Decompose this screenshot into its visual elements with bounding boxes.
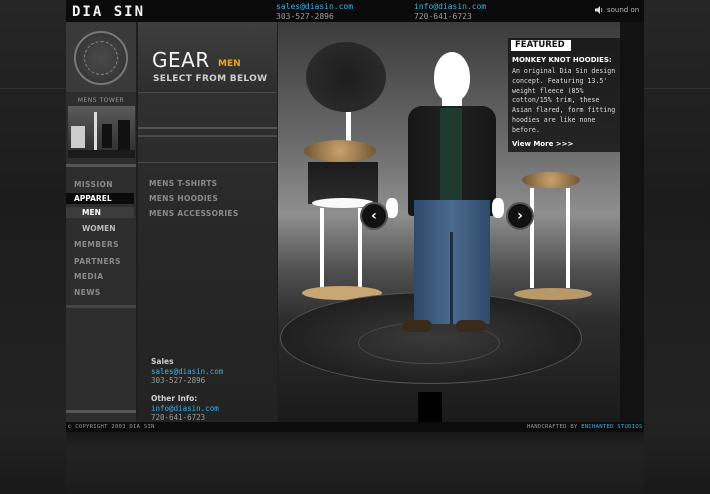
category-mens-accessories[interactable]: MENS ACCESSORIES: [149, 209, 239, 218]
nav-mission[interactable]: MISSION: [74, 180, 113, 189]
featured-description: An original Dia Sin design concept. Feat…: [512, 67, 616, 134]
lower-background: [66, 432, 644, 494]
left-side-panel: [0, 0, 66, 494]
header-sales-email[interactable]: sales@diasin.com: [276, 2, 353, 12]
other-email-link[interactable]: info@diasin.com: [151, 404, 219, 413]
header-info-email[interactable]: info@diasin.com: [414, 2, 486, 12]
gear-title: GEAR: [152, 48, 210, 72]
divider: [66, 305, 136, 308]
photo-right-border: [620, 22, 644, 422]
chevron-right-icon: ›: [517, 208, 523, 224]
right-side-panel: [644, 0, 710, 494]
sound-toggle[interactable]: sound on: [594, 5, 639, 15]
nav-men[interactable]: MEN: [66, 207, 134, 218]
speaker-icon: [595, 6, 603, 14]
nav-partners[interactable]: PARTNERS: [74, 257, 121, 266]
header-contact-info: info@diasin.com 720-641-6723: [414, 2, 486, 22]
copyright-text: © COPYRIGHT 2003 DIA SIN: [68, 424, 155, 430]
handcrafted-label: HANDCRAFTED BY: [527, 424, 578, 430]
divider: [138, 92, 277, 93]
credits-text: HANDCRAFTED BY ENCHANTED STUDIOS: [527, 424, 643, 430]
other-info-label: Other Info:: [151, 394, 198, 403]
gear-subtitle: MEN: [218, 59, 241, 69]
site-logo[interactable]: DIA SIN: [72, 4, 145, 20]
top-bar: [66, 0, 644, 22]
studio-link[interactable]: ENCHANTED STUDIOS: [581, 424, 642, 430]
gear-instruction: SELECT FROM BELOW: [153, 74, 268, 84]
featured-headline: MONKEY KNOT HOODIES:: [512, 56, 612, 64]
featured-badge: FEATURED: [511, 40, 571, 51]
header-contact-sales: sales@diasin.com 303-527-2896: [276, 2, 353, 22]
other-phone: 720-641-6723: [151, 413, 206, 422]
divider: [66, 410, 136, 413]
category-mens-tshirts[interactable]: MENS T-SHIRTS: [149, 179, 217, 188]
divider: [138, 127, 277, 129]
nav-news[interactable]: NEWS: [74, 288, 101, 297]
divider: [66, 164, 136, 167]
nav-media[interactable]: MEDIA: [74, 272, 103, 281]
dia-sin-emblem-icon: [74, 31, 128, 85]
previous-button[interactable]: ‹: [360, 202, 388, 230]
category-mens-hoodies[interactable]: MENS HOODIES: [149, 194, 218, 203]
chevron-left-icon: ‹: [371, 208, 377, 224]
mens-tower-thumbnail[interactable]: [68, 106, 135, 158]
divider: [138, 162, 277, 163]
nav-apparel[interactable]: APPAREL: [66, 193, 134, 204]
sales-label: Sales: [151, 357, 174, 366]
header-info-phone: 720-641-6723: [414, 12, 472, 21]
nav-women[interactable]: WOMEN: [66, 223, 134, 234]
sales-phone: 303-527-2896: [151, 376, 206, 385]
view-more-link[interactable]: View More >>>: [512, 140, 573, 148]
nav-members[interactable]: MEMBERS: [74, 240, 119, 249]
sound-label: sound on: [607, 6, 640, 14]
sales-email-link[interactable]: sales@diasin.com: [151, 367, 223, 376]
divider: [138, 135, 277, 137]
next-button[interactable]: ›: [506, 202, 534, 230]
header-sales-phone: 303-527-2896: [276, 12, 334, 21]
mens-tower-label: MENS TOWER: [77, 97, 125, 104]
